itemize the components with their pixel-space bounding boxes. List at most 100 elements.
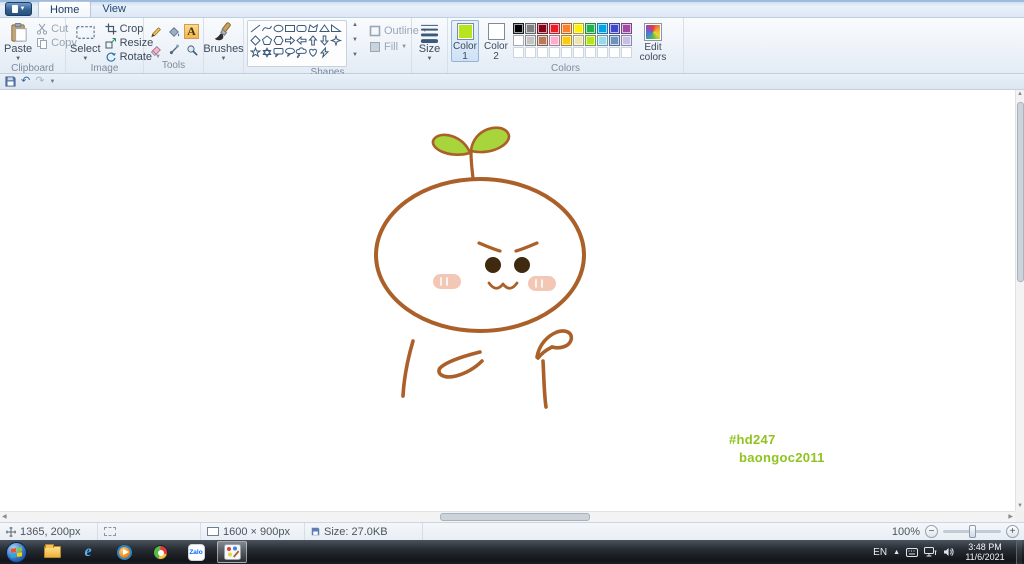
horizontal-scrollbar[interactable]: ◀ ▶ — [0, 511, 1015, 522]
paste-button[interactable]: Paste ▼ — [3, 20, 33, 63]
undo-button[interactable]: ↶ — [21, 76, 30, 87]
zoom-slider-thumb[interactable] — [969, 525, 976, 538]
shape-diamond[interactable] — [250, 35, 261, 46]
shapes-expand-button[interactable]: ▼ — [350, 52, 360, 58]
palette-color-swatch[interactable] — [525, 23, 536, 34]
shape-lightning[interactable] — [319, 46, 330, 59]
palette-color-swatch[interactable] — [597, 23, 608, 34]
shape-curve[interactable] — [262, 25, 272, 32]
shapes-scroll-up-button[interactable]: ▲ — [350, 22, 360, 28]
zoom-out-button[interactable]: − — [925, 525, 938, 538]
shape-right-triangle[interactable] — [331, 24, 343, 32]
size-button[interactable]: Size ▼ — [415, 20, 444, 63]
palette-color-swatch[interactable] — [549, 35, 560, 46]
drawing-canvas[interactable]: #hd247 baongoc2011 — [0, 90, 1015, 511]
save-button[interactable] — [5, 76, 16, 87]
palette-color-swatch[interactable] — [585, 35, 596, 46]
start-button[interactable] — [6, 541, 27, 563]
shape-pentagon[interactable] — [261, 35, 273, 45]
volume-tray-icon[interactable] — [943, 547, 954, 557]
shape-hexagon[interactable] — [273, 36, 284, 45]
palette-color-swatch[interactable] — [585, 23, 596, 34]
horizontal-scroll-thumb[interactable] — [440, 513, 590, 521]
palette-empty-slot[interactable] — [513, 47, 524, 58]
text-tool-button[interactable]: A — [183, 23, 200, 40]
shape-rectangle[interactable] — [285, 25, 295, 32]
palette-color-swatch[interactable] — [549, 23, 560, 34]
palette-color-swatch[interactable] — [513, 23, 524, 34]
taskbar-media-player-button[interactable] — [109, 541, 139, 563]
show-desktop-button[interactable] — [1016, 540, 1022, 564]
palette-empty-slot[interactable] — [525, 47, 536, 58]
color2-button[interactable]: Color 2 — [482, 20, 510, 62]
palette-empty-slot[interactable] — [537, 47, 548, 58]
show-hidden-icons-button[interactable]: ▲ — [893, 549, 900, 556]
pencil-tool-button[interactable] — [147, 23, 164, 40]
shape-down-arrow[interactable] — [319, 35, 330, 46]
network-tray-icon[interactable] — [924, 547, 937, 557]
shapes-scroll-down-button[interactable]: ▼ — [350, 37, 360, 43]
shape-line[interactable] — [250, 24, 261, 33]
eraser-tool-button[interactable] — [147, 41, 164, 58]
palette-empty-slot[interactable] — [621, 47, 632, 58]
palette-color-swatch[interactable] — [621, 35, 632, 46]
vertical-scrollbar[interactable]: ▲ ▼ — [1015, 90, 1024, 511]
edit-colors-button[interactable]: Edit colors — [636, 20, 670, 63]
scroll-left-arrow[interactable]: ◀ — [2, 513, 7, 521]
palette-empty-slot[interactable] — [609, 47, 620, 58]
palette-empty-slot[interactable] — [549, 47, 560, 58]
palette-color-swatch[interactable] — [561, 35, 572, 46]
palette-color-swatch[interactable] — [525, 35, 536, 46]
language-indicator[interactable]: EN — [873, 547, 887, 558]
shape-five-point-star[interactable] — [249, 46, 262, 58]
shape-oval[interactable] — [273, 24, 284, 33]
color-picker-tool-button[interactable] — [165, 41, 182, 58]
taskbar-zalo-button[interactable]: Zalo — [181, 541, 211, 563]
shape-triangle[interactable] — [319, 24, 330, 32]
shape-up-arrow[interactable] — [308, 35, 318, 46]
vertical-scroll-thumb[interactable] — [1017, 102, 1024, 282]
palette-color-swatch[interactable] — [621, 23, 632, 34]
zoom-in-button[interactable]: + — [1006, 525, 1019, 538]
palette-color-swatch[interactable] — [597, 35, 608, 46]
taskbar-internet-explorer-button[interactable]: e — [73, 541, 103, 563]
magnifier-tool-button[interactable] — [183, 41, 200, 58]
tab-home[interactable]: Home — [38, 1, 92, 17]
qat-customize-button[interactable]: ▼ — [49, 79, 55, 85]
palette-empty-slot[interactable] — [597, 47, 608, 58]
taskbar-explorer-button[interactable] — [37, 541, 67, 563]
redo-button[interactable]: ↷ — [35, 76, 44, 87]
taskbar-paint-button[interactable] — [217, 541, 247, 563]
palette-color-swatch[interactable] — [537, 23, 548, 34]
shape-polygon[interactable] — [307, 23, 319, 32]
shape-left-arrow[interactable] — [296, 35, 307, 46]
shape-right-arrow[interactable] — [285, 35, 296, 46]
select-button[interactable]: Select ▼ — [69, 20, 102, 63]
shape-oval-callout[interactable] — [285, 47, 295, 57]
zoom-slider[interactable] — [943, 525, 1001, 538]
tab-view[interactable]: View — [91, 1, 137, 17]
palette-color-swatch[interactable] — [609, 35, 620, 46]
palette-color-swatch[interactable] — [609, 23, 620, 34]
scroll-down-arrow[interactable]: ▼ — [1017, 502, 1023, 510]
scroll-up-arrow[interactable]: ▲ — [1017, 90, 1023, 98]
palette-color-swatch[interactable] — [513, 35, 524, 46]
shape-six-point-star[interactable] — [262, 47, 272, 58]
shape-rounded-rectangle[interactable] — [296, 25, 307, 32]
palette-empty-slot[interactable] — [573, 47, 584, 58]
taskbar-clock[interactable]: 3:48 PM 11/6/2021 — [960, 542, 1010, 562]
fill-tool-button[interactable] — [165, 23, 182, 40]
shape-cloud-callout[interactable] — [295, 47, 307, 58]
palette-empty-slot[interactable] — [561, 47, 572, 58]
shape-rounded-callout[interactable] — [273, 48, 284, 58]
taskbar-browser-button[interactable] — [145, 541, 175, 563]
paint-menu-button[interactable]: ▼ — [5, 2, 32, 16]
color1-button[interactable]: Color 1 — [451, 20, 479, 62]
brushes-button[interactable]: Brushes ▼ — [203, 20, 244, 63]
palette-color-swatch[interactable] — [573, 23, 584, 34]
palette-color-swatch[interactable] — [561, 23, 572, 34]
keyboard-tray-icon[interactable] — [906, 547, 918, 557]
scroll-right-arrow[interactable]: ▶ — [1008, 513, 1013, 521]
palette-color-swatch[interactable] — [573, 35, 584, 46]
palette-color-swatch[interactable] — [537, 35, 548, 46]
